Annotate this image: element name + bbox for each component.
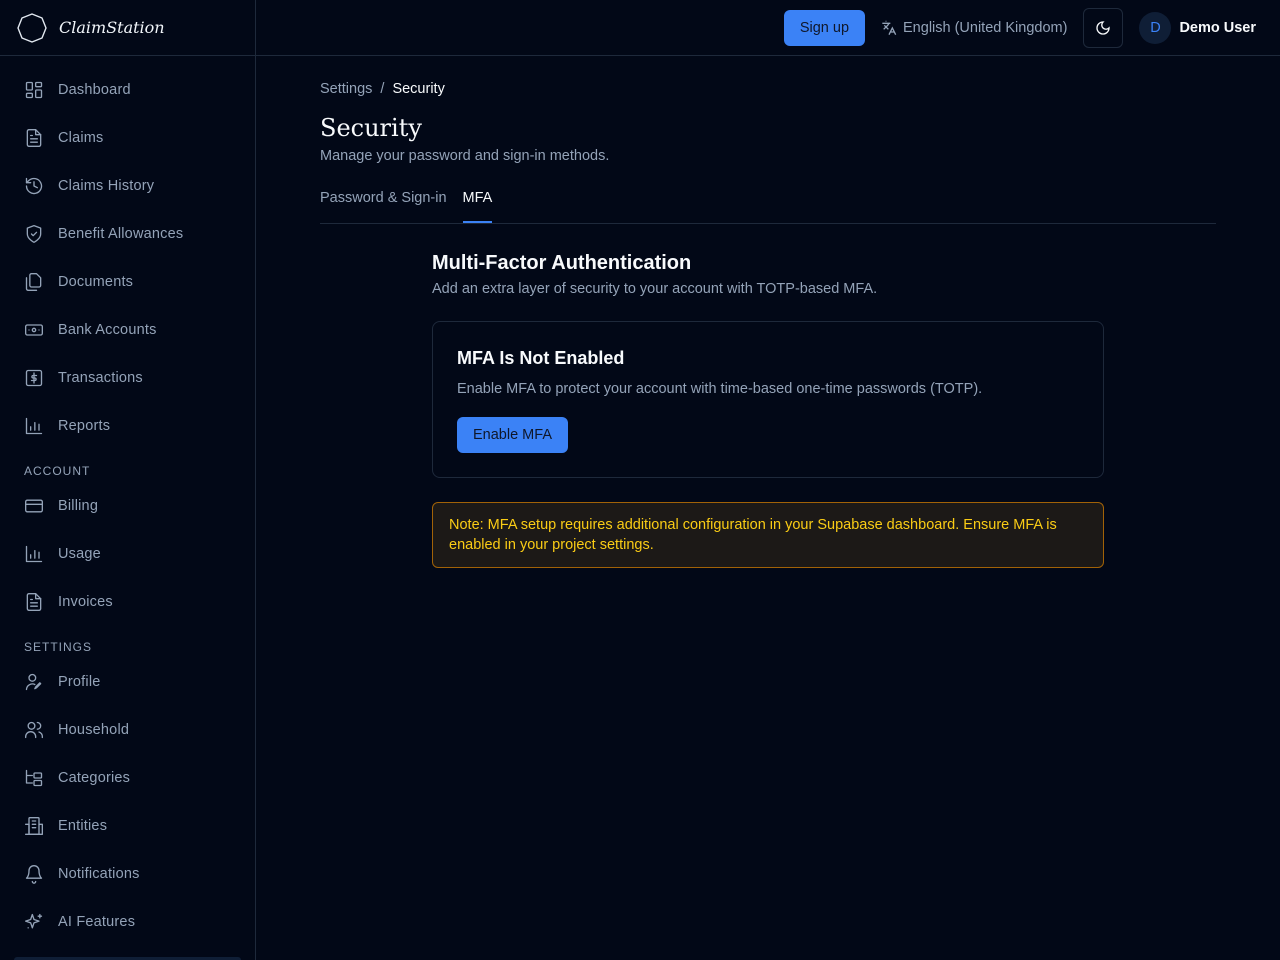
breadcrumb-separator: / [380,81,385,97]
tab-password-sign-in[interactable]: Password & Sign-in [320,186,447,223]
sidebar-item-label: Notifications [58,866,140,882]
sidebar-item-label: Billing [58,498,99,514]
sidebar-item-billing[interactable]: Billing [0,482,255,530]
sidebar-item-categories[interactable]: Categories [0,754,255,802]
history-icon [25,177,43,195]
credit-card-icon [25,499,43,513]
moon-icon [1096,20,1111,35]
breadcrumb-settings[interactable]: Settings [320,81,372,97]
sidebar-item-label: Transactions [58,370,143,386]
dashboard-icon [25,81,43,99]
shield-icon [26,225,42,243]
sidebar-item-label: Household [58,722,130,738]
banknote-icon [25,324,43,336]
sidebar-item-label: Dashboard [58,82,131,98]
sidebar-item-bank-accounts[interactable]: Bank Accounts [0,306,255,354]
sign-up-button[interactable]: Sign up [783,9,866,46]
building-icon [25,817,43,835]
section-account: ACCOUNT [24,464,91,478]
sidebar-item-label: Bank Accounts [58,322,157,338]
logo[interactable]: ClaimStation [0,0,255,56]
logo-icon [17,12,47,43]
sidebar-item-label: Invoices [58,594,113,610]
sidebar-item-benefit-allowances[interactable]: Benefit Allowances [0,210,255,258]
chart-icon [25,545,43,563]
sidebar-item-label: Reports [58,418,111,434]
sidebar-item-household[interactable]: Household [0,706,255,754]
sidebar-item-claims-history[interactable]: Claims History [0,162,255,210]
sidebar-item-label: Claims [58,130,104,146]
avatar: D [1139,11,1172,44]
mfa-status-card: MFA Is Not Enabled Enable MFA to protect… [432,321,1104,478]
enable-mfa-button[interactable]: Enable MFA [457,417,568,453]
app-name: ClaimStation [59,18,165,37]
dollar-icon [25,369,43,387]
user-menu[interactable]: D Demo User [1139,11,1256,44]
sidebar-item-label: Benefit Allowances [58,226,184,242]
sidebar: ClaimStation Dashboard Claims Claims Histo… [0,0,256,960]
breadcrumb-current: Security [392,81,445,97]
page-subtitle: Manage your password and sign-in methods… [320,148,610,164]
sidebar-item-claims[interactable]: Claims [0,114,255,162]
user-pen-icon [25,673,42,691]
sidebar-item-ai-features[interactable]: AI Features [0,898,255,946]
bell-icon [25,865,43,884]
sidebar-item-dashboard[interactable]: Dashboard [0,66,255,114]
sidebar-item-reports[interactable]: Reports [0,402,255,450]
sidebar-item-documents[interactable]: Documents [0,258,255,306]
topbar: Sign up English (United Kingdom) D Demo … [256,0,1280,56]
file-icon [26,129,42,147]
mfa-status-title: MFA Is Not Enabled [457,348,625,368]
sidebar-item-invoices[interactable]: Invoices [0,578,255,626]
mfa-status-text: Enable MFA to protect your account with … [457,381,983,397]
theme-toggle-button[interactable] [1083,7,1124,48]
users-icon [25,721,43,739]
section-settings: SETTINGS [24,640,93,654]
user-name: Demo User [1179,19,1256,36]
tabs: Password & Sign-in MFA [320,186,1216,224]
mfa-note: Note: MFA setup requires additional conf… [432,502,1104,568]
main-content: Settings / Security Security Manage your… [320,56,1216,568]
mfa-subtitle: Add an extra layer of security to your a… [432,281,878,297]
language-selector[interactable]: English (United Kingdom) [881,20,1067,36]
sidebar-item-label: Categories [58,770,131,786]
documents-icon [25,273,42,291]
sidebar-item-profile[interactable]: Profile [0,658,255,706]
sidebar-item-transactions[interactable]: Transactions [0,354,255,402]
sidebar-item-label: Documents [58,274,134,290]
folder-tree-icon [25,769,43,787]
sidebar-item-usage[interactable]: Usage [0,530,255,578]
mfa-title: Multi-Factor Authentication [432,252,692,274]
sidebar-item-label: Claims History [58,178,155,194]
page-title: Security [320,114,422,142]
language-label: English (United Kingdom) [903,19,1068,36]
sidebar-item-label: Usage [58,546,101,562]
sparkles-icon [25,913,43,929]
tab-mfa[interactable]: MFA [462,186,493,223]
breadcrumb: Settings / Security [320,81,1216,97]
sidebar-item-entities[interactable]: Entities [0,802,255,850]
sidebar-item-label: Profile [58,674,101,690]
chart-icon [25,417,43,435]
file-icon [26,593,42,611]
sidebar-item-label: Entities [58,818,108,834]
sidebar-item-label: AI Features [58,914,136,930]
sidebar-item-notifications[interactable]: Notifications [0,850,255,898]
translate-icon [882,20,897,35]
